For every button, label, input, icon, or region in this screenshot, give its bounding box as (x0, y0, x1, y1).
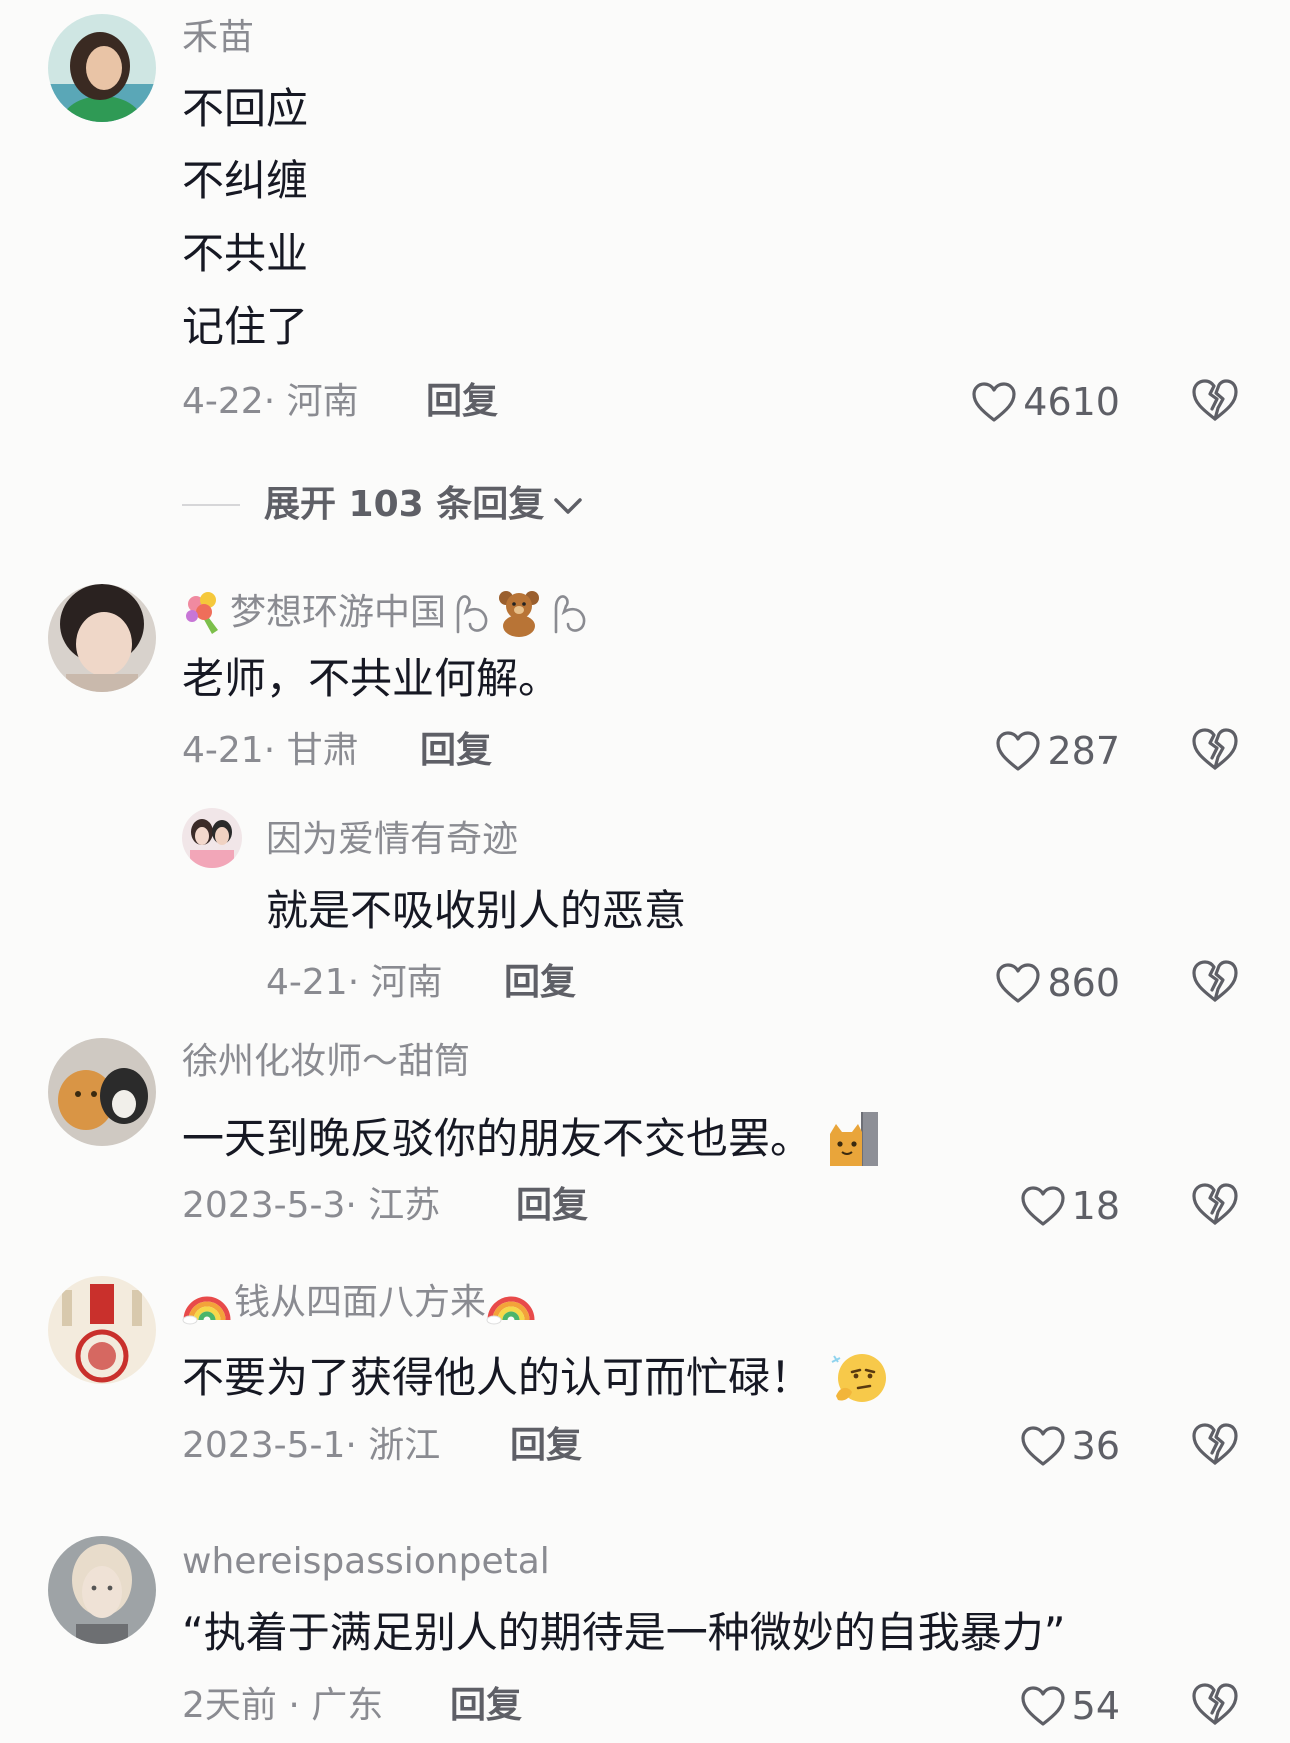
comment-text-line: 不回应 (182, 84, 309, 133)
comment-text: 不要为了获得他人的认可而忙碌！ (182, 1353, 813, 1402)
cat-peek-icon (830, 1112, 879, 1166)
heart-icon (1021, 1186, 1065, 1226)
comment-meta: 2天前 · 广东 (182, 1685, 384, 1726)
like-button[interactable]: 54 (880, 1681, 1120, 1731)
avatar[interactable] (182, 808, 242, 868)
reply-button[interactable]: 回复 (516, 1188, 588, 1224)
broken-heart-icon (1192, 1683, 1238, 1725)
comment-text: 一天到晚反驳你的朋友不交也罢。 (182, 1114, 813, 1163)
flex-arm-icon (554, 595, 586, 634)
heart-icon (996, 963, 1041, 1003)
dislike-button[interactable] (1190, 377, 1240, 427)
reply-button[interactable]: 回复 (420, 733, 492, 769)
thinking-face-icon (831, 1354, 887, 1402)
reply-button[interactable]: 回复 (426, 384, 498, 420)
like-button[interactable]: 4610 (880, 377, 1120, 427)
teddy-bear-icon (499, 591, 540, 637)
comment-text-line: 不纠缠 (182, 156, 309, 205)
flex-arm-icon (456, 595, 488, 634)
comment-text-line: 一天到晚反驳你的朋友不交也罢。 (182, 1110, 882, 1168)
comment-text-line: 记住了 (182, 302, 309, 351)
like-count: 860 (1047, 961, 1120, 1005)
broken-heart-icon (1192, 960, 1238, 1002)
reply-button[interactable]: 回复 (510, 1428, 582, 1464)
reply-meta: 4-21· 河南 (266, 962, 443, 1003)
avatar[interactable] (48, 584, 156, 692)
like-count: 4610 (1023, 380, 1120, 424)
like-button[interactable]: 36 (880, 1421, 1120, 1471)
heart-icon (1021, 1686, 1065, 1726)
dislike-button[interactable] (1190, 1681, 1240, 1731)
comment-text-line: 不共业 (182, 229, 309, 278)
bouquet-icon (186, 592, 218, 634)
comment-username-text: 梦想环游中国 (230, 592, 447, 633)
avatar[interactable] (48, 1038, 156, 1146)
like-count: 54 (1071, 1684, 1120, 1728)
reply-username[interactable]: 因为爱情有奇迹 (266, 822, 518, 858)
like-count: 18 (1071, 1184, 1120, 1228)
dislike-button[interactable] (1190, 1181, 1240, 1231)
rainbow-icon (182, 1296, 231, 1325)
comment-username[interactable]: 禾苗 (182, 20, 254, 56)
divider (182, 504, 240, 506)
broken-heart-icon (1192, 379, 1238, 421)
heart-icon (972, 382, 1016, 422)
comment-username[interactable]: 钱从四面八方来 (182, 1280, 536, 1326)
broken-heart-icon (1192, 1183, 1238, 1225)
comment-text-line: 不要为了获得他人的认可而忙碌！ (182, 1350, 890, 1406)
comment-username-text: 钱从四面八方来 (234, 1282, 487, 1323)
comment-username[interactable]: 徐州化妆师～甜筒 (182, 1044, 470, 1080)
broken-heart-icon (1192, 1423, 1238, 1465)
comment-meta: 2023-5-3· 江苏 (182, 1185, 441, 1226)
dislike-button[interactable] (1190, 958, 1240, 1008)
comment-text-line: “执着于满足别人的期待是一种微妙的自我暴力” (182, 1608, 1066, 1657)
heart-icon (1021, 1426, 1065, 1466)
expand-replies-button[interactable]: 展开 103 条回复 (182, 487, 586, 523)
avatar[interactable] (48, 1536, 156, 1644)
like-button[interactable]: 287 (880, 726, 1120, 776)
comment-meta: 4-21· 甘肃 (182, 730, 359, 771)
avatar[interactable] (48, 14, 156, 122)
chevron-down-icon (554, 498, 582, 514)
comment-username[interactable]: 梦想环游中国 (182, 588, 592, 638)
comment-username[interactable]: whereispassionpetal (182, 1544, 550, 1580)
like-button[interactable]: 860 (880, 958, 1120, 1008)
comment-meta: 4-22· 河南 (182, 381, 359, 422)
comment-meta: 2023-5-1· 浙江 (182, 1425, 441, 1466)
broken-heart-icon (1192, 728, 1238, 770)
dislike-button[interactable] (1190, 726, 1240, 776)
reply-text: 就是不吸收别人的恶意 (266, 886, 687, 935)
expand-replies-label: 展开 103 条回复 (264, 484, 545, 525)
rainbow-icon (486, 1296, 535, 1325)
like-count: 36 (1071, 1424, 1120, 1468)
dislike-button[interactable] (1190, 1421, 1240, 1471)
like-count: 287 (1047, 729, 1120, 773)
reply-button[interactable]: 回复 (450, 1688, 522, 1724)
heart-icon (996, 731, 1041, 771)
reply-button[interactable]: 回复 (504, 965, 576, 1001)
comment-text-line: 老师，不共业何解。 (182, 654, 561, 703)
like-button[interactable]: 18 (880, 1181, 1120, 1231)
avatar[interactable] (48, 1276, 156, 1384)
